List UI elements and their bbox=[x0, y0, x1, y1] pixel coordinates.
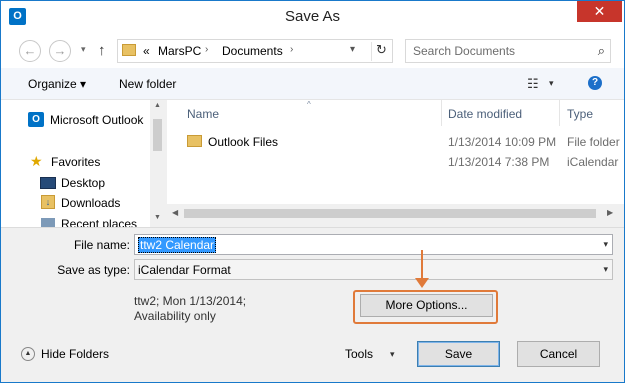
navigation-pane: O Microsoft Outlook ★ Favorites Desktop … bbox=[1, 100, 166, 227]
scroll-down-icon[interactable]: ▼ bbox=[154, 214, 161, 221]
collapse-up-icon: ▲ bbox=[21, 347, 35, 361]
hide-folders-label: Hide Folders bbox=[41, 347, 110, 361]
item-summary-line-2: Availability only bbox=[134, 309, 216, 323]
breadcrumb-documents[interactable]: Documents bbox=[222, 44, 283, 58]
refresh-button[interactable]: ↻ bbox=[371, 42, 391, 61]
file-name-value-wrapper: ttw2 Calendar bbox=[138, 237, 217, 253]
sidebar-item-label: Microsoft Outlook bbox=[50, 113, 144, 127]
more-options-button[interactable]: More Options... bbox=[360, 294, 493, 317]
file-date: 1/13/2014 7:38 PM bbox=[448, 155, 550, 169]
search-icon[interactable]: ⌕ bbox=[598, 43, 605, 59]
navigation-bar: ← → ▾ ↑ « MarsPC › Documents › ▾ ↻ Searc… bbox=[1, 32, 624, 68]
search-input[interactable]: Search Documents ⌕ bbox=[405, 39, 611, 63]
table-row[interactable]: 1/13/2014 7:38 PM iCalendar bbox=[167, 152, 624, 172]
address-bar[interactable]: « MarsPC › Documents › ▾ ↻ bbox=[117, 39, 393, 63]
scrollbar-thumb[interactable] bbox=[184, 209, 596, 218]
up-level-button[interactable]: ↑ bbox=[98, 42, 106, 59]
navigation-pane-scrollbar[interactable]: ▲ ▼ bbox=[150, 100, 166, 227]
column-divider[interactable] bbox=[559, 100, 560, 126]
organize-button[interactable]: Organize ▾ bbox=[28, 77, 86, 91]
downloads-icon: ↓ bbox=[41, 195, 55, 209]
sidebar-item-favorites[interactable]: ★ Favorites bbox=[1, 152, 151, 172]
file-name-field[interactable]: ttw2 Calendar ▾ bbox=[134, 234, 613, 255]
desktop-icon bbox=[40, 177, 56, 189]
callout-arrow-shaft bbox=[421, 250, 423, 280]
item-summary-line-1: ttw2; Mon 1/13/2014; bbox=[134, 294, 247, 308]
scroll-right-icon[interactable]: ▶ bbox=[607, 208, 613, 217]
new-folder-button[interactable]: New folder bbox=[119, 77, 176, 91]
file-date: 1/13/2014 10:09 PM bbox=[448, 135, 557, 149]
file-name-label: File name: bbox=[73, 238, 130, 252]
forward-button[interactable]: → bbox=[49, 40, 71, 62]
tools-dropdown-icon[interactable]: ▾ bbox=[390, 349, 395, 360]
scrollbar-thumb[interactable] bbox=[153, 119, 162, 151]
sidebar-item-recent-places[interactable]: Recent places bbox=[1, 214, 151, 227]
scroll-up-icon[interactable]: ▲ bbox=[154, 102, 161, 109]
breadcrumb-marspc[interactable]: MarsPC bbox=[158, 44, 201, 58]
file-list: ^ Name Date modified Type Outlook Files … bbox=[167, 100, 624, 204]
search-placeholder: Search Documents bbox=[413, 44, 516, 58]
change-view-icon[interactable]: ☷ bbox=[527, 76, 539, 92]
back-button[interactable]: ← bbox=[19, 40, 41, 62]
column-header-date-modified[interactable]: Date modified bbox=[448, 107, 522, 121]
address-overflow[interactable]: « bbox=[143, 44, 150, 58]
title-bar: O Save As ✕ bbox=[1, 1, 624, 32]
recent-places-icon bbox=[41, 218, 55, 227]
sidebar-item-desktop[interactable]: Desktop bbox=[1, 173, 151, 193]
close-button[interactable]: ✕ bbox=[577, 1, 622, 22]
outlook-icon: O bbox=[28, 112, 44, 127]
file-name-value[interactable]: ttw2 Calendar bbox=[138, 237, 217, 253]
file-type: File folder bbox=[567, 135, 620, 149]
file-name: Outlook Files bbox=[208, 135, 279, 149]
file-type: iCalendar bbox=[567, 155, 619, 169]
sidebar-item-label: Recent places bbox=[61, 217, 138, 227]
file-list-horizontal-scrollbar[interactable]: ◀ ▶ bbox=[167, 204, 624, 224]
save-as-type-value: iCalendar Format bbox=[138, 263, 231, 277]
tools-button[interactable]: Tools bbox=[345, 347, 373, 361]
save-button[interactable]: Save bbox=[417, 341, 500, 367]
sidebar-item-microsoft-outlook[interactable]: O Microsoft Outlook bbox=[1, 110, 151, 130]
star-icon: ★ bbox=[30, 153, 43, 169]
sidebar-item-label: Downloads bbox=[61, 196, 121, 210]
save-as-type-select[interactable]: iCalendar Format ▾ bbox=[134, 259, 613, 280]
dialog-title: Save As bbox=[284, 8, 341, 25]
recent-locations-dropdown[interactable]: ▾ bbox=[81, 44, 86, 55]
breadcrumb-chevron-icon[interactable]: › bbox=[205, 44, 208, 55]
chevron-down-icon[interactable]: ▾ bbox=[603, 239, 608, 250]
cancel-button[interactable]: Cancel bbox=[517, 341, 600, 367]
folder-icon bbox=[122, 44, 136, 56]
callout-arrow-icon bbox=[415, 278, 429, 288]
command-bar: Organize ▾ New folder ☷ ▾ ? bbox=[1, 68, 624, 100]
column-header-type[interactable]: Type bbox=[567, 107, 593, 121]
breadcrumb-chevron-icon[interactable]: › bbox=[290, 44, 293, 55]
column-divider[interactable] bbox=[441, 100, 442, 126]
column-header-name[interactable]: Name bbox=[187, 107, 219, 121]
save-as-dialog: O Save As ✕ ← → ▾ ↑ « MarsPC › Documents… bbox=[0, 0, 625, 383]
help-icon[interactable]: ? bbox=[588, 76, 602, 90]
save-options-panel: File name: ttw2 Calendar ▾ Save as type:… bbox=[1, 227, 624, 382]
folder-icon bbox=[187, 135, 202, 147]
scroll-left-icon[interactable]: ◀ bbox=[172, 208, 178, 217]
table-row[interactable]: Outlook Files 1/13/2014 10:09 PM File fo… bbox=[167, 132, 624, 152]
sidebar-item-label: Favorites bbox=[51, 155, 101, 169]
address-dropdown-icon[interactable]: ▾ bbox=[350, 44, 355, 55]
view-options-dropdown-icon[interactable]: ▾ bbox=[549, 78, 554, 89]
sidebar-item-downloads[interactable]: ↓ Downloads bbox=[1, 193, 151, 213]
chevron-down-icon[interactable]: ▾ bbox=[603, 264, 608, 275]
sidebar-item-label: Desktop bbox=[61, 176, 106, 190]
sort-ascending-icon: ^ bbox=[307, 100, 311, 109]
save-as-type-label: Save as type: bbox=[57, 263, 130, 277]
